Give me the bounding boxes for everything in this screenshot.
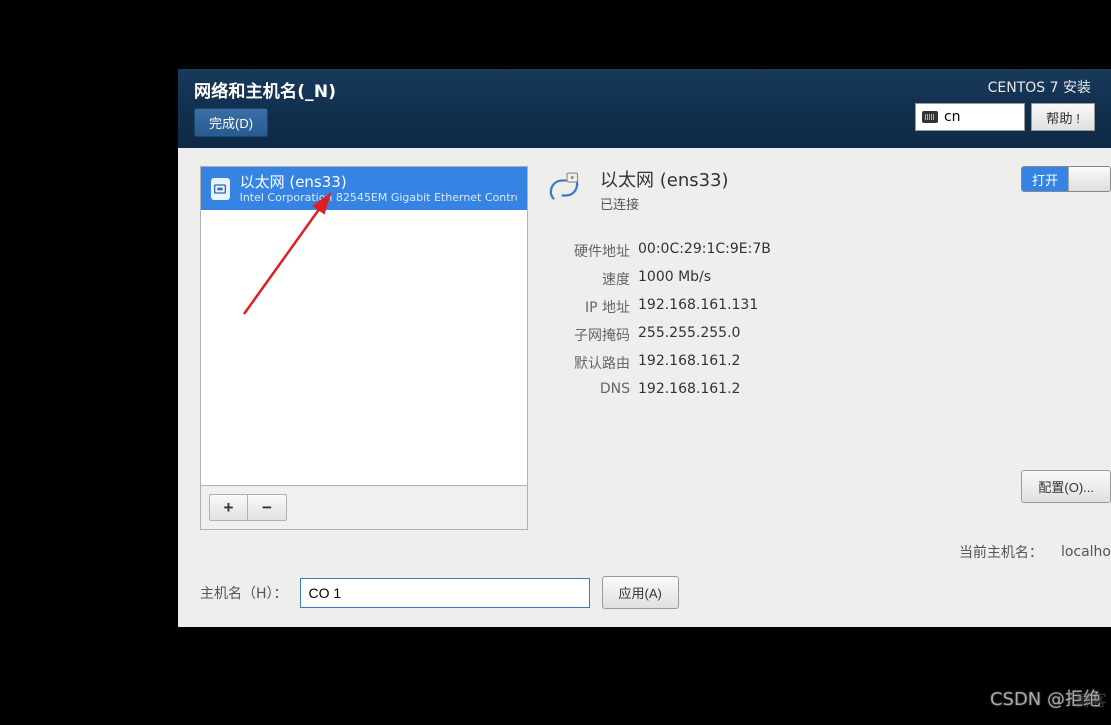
hostname-row: 主机名（H）： 应用(A) [200, 576, 1089, 609]
help-button[interactable]: 帮助 ! [1031, 103, 1095, 131]
page-title: 网络和主机名(_N) [194, 77, 336, 102]
gw-label: 默认路由 [546, 353, 630, 373]
body-area: 以太网 (ens33) Intel Corporation 82545EM Gi… [178, 148, 1111, 627]
done-button[interactable]: 完成(D) [194, 108, 268, 137]
device-item-title: 以太网 (ens33) [240, 173, 517, 191]
current-hostname-value: localho [1061, 544, 1111, 560]
mask-label: 子网掩码 [546, 325, 630, 345]
keyboard-icon [922, 111, 938, 123]
connection-detail-table: 硬件地址 00:0C:29:1C:9E:7B 速度 1000 Mb/s IP 地… [546, 241, 1089, 397]
connection-icon [546, 170, 586, 210]
connection-title: 以太网 (ens33) [600, 166, 729, 192]
toggle-knob [1068, 167, 1110, 191]
device-list[interactable]: 以太网 (ens33) Intel Corporation 82545EM Gi… [200, 166, 528, 486]
hostname-label: 主机名（H）： [200, 583, 288, 603]
connection-status: 已连接 [600, 194, 729, 213]
gw-value: 192.168.161.2 [638, 353, 1089, 373]
speed-value: 1000 Mb/s [638, 269, 1089, 289]
current-hostname: 当前主机名： localho [959, 542, 1111, 562]
device-list-item[interactable]: 以太网 (ens33) Intel Corporation 82545EM Gi… [201, 167, 527, 210]
ip-label: IP 地址 [546, 297, 630, 317]
dns-value: 192.168.161.2 [638, 381, 1089, 397]
configure-button[interactable]: 配置(O)... [1021, 470, 1111, 503]
mask-value: 255.255.255.0 [638, 325, 1089, 345]
toggle-on-label: 打开 [1022, 167, 1068, 191]
ip-value: 192.168.161.131 [638, 297, 1089, 317]
remove-device-button[interactable]: − [248, 495, 286, 521]
speed-label: 速度 [546, 269, 630, 289]
apply-hostname-button[interactable]: 应用(A) [602, 576, 679, 609]
ethernet-icon [211, 178, 230, 200]
watermark-blog: 博客 [1075, 687, 1107, 711]
network-hostname-window: 网络和主机名(_N) 完成(D) CENTOS 7 安装 cn 帮助 ! [178, 69, 1111, 627]
device-item-subtitle: Intel Corporation 82545EM Gigabit Ethern… [240, 191, 517, 204]
keyboard-layout-label: cn [944, 109, 961, 125]
device-list-controls: + − [200, 486, 528, 530]
hw-addr-label: 硬件地址 [546, 241, 630, 261]
hostname-input[interactable] [300, 578, 590, 608]
install-label: CENTOS 7 安装 [988, 77, 1091, 97]
header-bar: 网络和主机名(_N) 完成(D) CENTOS 7 安装 cn 帮助 ! [178, 69, 1111, 148]
current-hostname-label: 当前主机名： [959, 542, 1043, 562]
hw-addr-value: 00:0C:29:1C:9E:7B [638, 241, 1089, 261]
keyboard-layout-box[interactable]: cn [915, 103, 1025, 131]
dns-label: DNS [546, 381, 630, 397]
connection-toggle[interactable]: 打开 [1021, 166, 1111, 192]
add-device-button[interactable]: + [210, 495, 248, 521]
